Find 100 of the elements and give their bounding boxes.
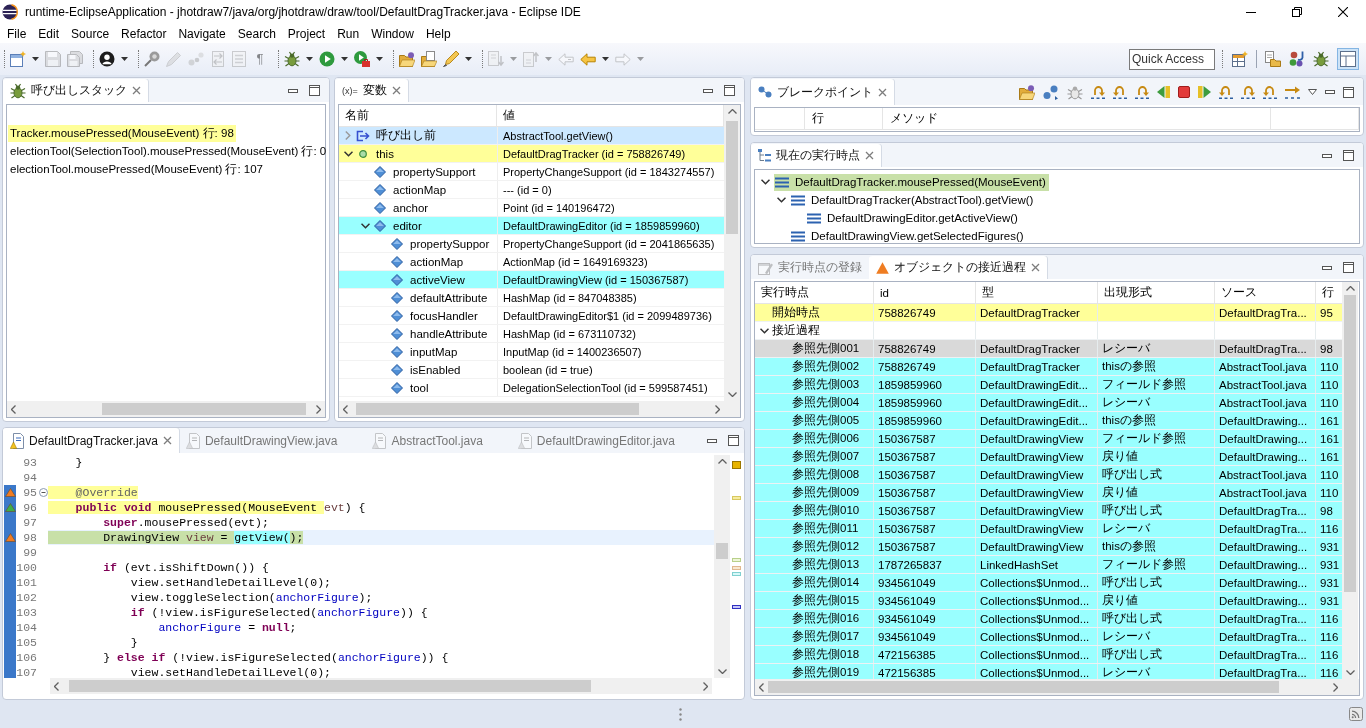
table-row[interactable]: 参照先側014 934561049 Collections$Unmod... 呼び出し式 DefaultDrawing... 931 bbox=[755, 574, 1342, 592]
feed-icon[interactable] bbox=[1349, 707, 1363, 721]
view-tab[interactable]: 実行時点の登録 bbox=[751, 256, 869, 279]
view-tab[interactable]: (x)= 変数 bbox=[335, 79, 408, 102]
horizontal-scrollbar[interactable] bbox=[755, 679, 1342, 695]
tree-row[interactable]: inputMap InputMap (id = 1400236507) bbox=[339, 343, 724, 361]
caret-icon[interactable] bbox=[32, 57, 39, 61]
chevron-up-icon[interactable] bbox=[717, 459, 727, 464]
view-tab[interactable]: DefaultDrawingEditor.java bbox=[510, 428, 703, 453]
tree-row[interactable]: 呼び出し前 AbstractTool.getView() bbox=[339, 127, 724, 145]
minimize-icon[interactable] bbox=[1322, 153, 1332, 158]
chevron-down-icon[interactable] bbox=[776, 197, 786, 203]
play-icon[interactable] bbox=[319, 51, 335, 67]
scrollbar-thumb[interactable] bbox=[1344, 295, 1356, 592]
vertical-scrollbar[interactable] bbox=[724, 105, 740, 401]
table-row[interactable]: 参照先側002 758826749 DefaultDragTracker thisの参照 AbstractTool.java 110 bbox=[755, 358, 1342, 376]
menu-item[interactable]: Search bbox=[231, 26, 282, 41]
tree-row[interactable]: editor DefaultDrawingEditor (id = 1859859960) bbox=[339, 217, 724, 235]
chevron-down-icon[interactable] bbox=[760, 327, 769, 334]
column-header[interactable]: メソッド bbox=[883, 108, 1271, 129]
view-tab[interactable]: オブジェクトの接近過程 bbox=[869, 256, 1047, 279]
maximize-icon[interactable] bbox=[1343, 262, 1354, 273]
triangle-bar-icon[interactable] bbox=[1157, 86, 1170, 98]
menu-item[interactable]: Source bbox=[65, 26, 116, 41]
folder-open-icon[interactable] bbox=[399, 51, 415, 67]
tree-row[interactable]: focusHandler DefaultDrawingEditor$1 (id = 2099489736) bbox=[339, 307, 724, 325]
table-row[interactable]: 参照先側005 1859859960 DefaultDrawingEdit... thisの参照 DefaultDrawing... 161 bbox=[755, 412, 1342, 430]
vertical-scrollbar[interactable] bbox=[1342, 282, 1358, 679]
menu-item[interactable]: File bbox=[1, 26, 33, 41]
table-row[interactable]: 参照先側017 934561049 Collections$Unmod... レシーバ DefaultDragTra... 116 bbox=[755, 628, 1342, 646]
curved-arrow-icon[interactable] bbox=[1263, 85, 1277, 99]
maximize-icon[interactable] bbox=[727, 435, 739, 446]
view-tab[interactable]: 現在の実行時点 bbox=[751, 144, 881, 167]
column-header[interactable]: 名前 bbox=[339, 105, 497, 126]
play-toolbox-icon[interactable] bbox=[354, 51, 370, 67]
tree-row[interactable]: isEnabled boolean (id = true) bbox=[339, 361, 724, 379]
folder-open-icon[interactable] bbox=[1019, 84, 1035, 100]
app-logo-icon[interactable] bbox=[2, 4, 18, 20]
close-icon[interactable] bbox=[1338, 7, 1348, 17]
minimize-icon[interactable] bbox=[1322, 265, 1332, 270]
table-row[interactable]: 参照先側001 758826749 DefaultDragTracker レシーバ DefaultDragTra... 98 bbox=[755, 340, 1342, 358]
view-tab[interactable]: ブレークポイント bbox=[751, 79, 894, 105]
table-row[interactable]: 参照先側011 150367587 DefaultDrawingView レシーバ DefaultDragTra... 116 bbox=[755, 520, 1342, 538]
table-row[interactable]: 参照先側016 934561049 Collections$Unmod... 呼び出し式 DefaultDragTra... 116 bbox=[755, 610, 1342, 628]
view-tab[interactable]: DefaultDrawingView.java bbox=[178, 428, 366, 453]
menu-item[interactable]: Window bbox=[365, 26, 420, 41]
curved-arrow-icon[interactable] bbox=[1135, 85, 1149, 99]
bar-triangle-icon[interactable] bbox=[1198, 86, 1211, 98]
menu-item[interactable]: Help bbox=[419, 26, 457, 41]
arrow-dashes-icon[interactable] bbox=[1285, 85, 1300, 99]
maximize-icon[interactable] bbox=[1343, 150, 1354, 161]
caret-icon[interactable] bbox=[341, 57, 348, 61]
restore-icon[interactable] bbox=[1292, 7, 1302, 17]
new-window-icon[interactable] bbox=[10, 51, 26, 67]
table-row[interactable]: 参照先側012 150367587 DefaultDrawingView thisの参照 DefaultDrawing... 931 bbox=[755, 538, 1342, 556]
chevron-down-icon[interactable] bbox=[727, 392, 737, 397]
view-tab[interactable]: AbstractTool.java bbox=[365, 428, 511, 453]
stack-frame[interactable]: electionTool(SelectionTool).mousePressed(MouseEvent) 行: 0 bbox=[8, 142, 329, 160]
scrollbar-thumb[interactable] bbox=[355, 403, 640, 415]
horizontal-scrollbar[interactable] bbox=[7, 401, 325, 417]
stack-frame[interactable]: Tracker.mousePressed(MouseEvent) 行: 98 bbox=[8, 124, 236, 142]
connected-dots-icon[interactable] bbox=[1043, 84, 1059, 100]
view-tab[interactable]: DefaultDragTracker.java bbox=[3, 428, 179, 453]
menu-item[interactable]: Run bbox=[331, 26, 366, 41]
minimize-icon[interactable] bbox=[1246, 11, 1256, 13]
caret-icon[interactable] bbox=[306, 57, 313, 61]
tree-item[interactable]: DefaultDrawingView.getSelectedFigures() bbox=[790, 227, 1027, 245]
stack-frame[interactable]: electionTool.mousePressed(MouseEvent) 行: 107 bbox=[8, 160, 265, 178]
magnifier-icon[interactable] bbox=[144, 51, 160, 67]
bug-icon[interactable] bbox=[1313, 51, 1329, 67]
table-row[interactable]: 参照先側019 472156385 Collections$Unmod... レシーバ DefaultDragTra... 116 bbox=[755, 664, 1342, 679]
table-sparkle-icon[interactable] bbox=[1232, 51, 1248, 67]
menu-item[interactable]: Refactor bbox=[115, 26, 173, 41]
scrollbar-thumb[interactable] bbox=[716, 542, 728, 559]
curved-arrow-icon[interactable] bbox=[1091, 85, 1105, 99]
table-row[interactable]: 参照先側008 150367587 DefaultDrawingView 呼び出し式 AbstractTool.java 110 bbox=[755, 466, 1342, 484]
caret-icon[interactable] bbox=[465, 57, 472, 61]
caret-icon[interactable] bbox=[376, 57, 383, 61]
maximize-icon[interactable] bbox=[1343, 86, 1354, 98]
table-row[interactable]: 参照先側004 1859859960 DefaultDrawingEdit... レシーバ AbstractTool.java 110 bbox=[755, 394, 1342, 412]
minimize-icon[interactable] bbox=[1325, 90, 1335, 94]
scrollbar-thumb[interactable] bbox=[69, 680, 591, 692]
chevron-right-icon[interactable] bbox=[715, 404, 720, 414]
table-row[interactable]: 参照先側010 150367587 DefaultDrawingView 呼び出し式 DefaultDragTra... 98 bbox=[755, 502, 1342, 520]
table-row[interactable]: 参照先側009 150367587 DefaultDrawingView 戻り値 AbstractTool.java 110 bbox=[755, 484, 1342, 502]
caret-icon[interactable] bbox=[602, 57, 609, 61]
highlighter-icon[interactable] bbox=[443, 51, 459, 67]
bug-icon[interactable] bbox=[284, 51, 300, 67]
folder-page-icon[interactable] bbox=[421, 51, 437, 67]
menu-item[interactable]: Navigate bbox=[172, 26, 232, 41]
tree-item[interactable]: DefaultDrawingEditor.getActiveView() bbox=[806, 209, 1021, 227]
tree-row[interactable]: activeView DefaultDrawingView (id = 150367587) bbox=[339, 271, 724, 289]
vertical-scrollbar[interactable] bbox=[714, 455, 730, 678]
curved-arrow-icon[interactable] bbox=[1219, 85, 1233, 99]
chevron-down-icon[interactable] bbox=[343, 150, 353, 157]
chevron-up-icon[interactable] bbox=[1345, 286, 1355, 291]
minimize-icon[interactable] bbox=[288, 88, 298, 93]
minimize-icon[interactable] bbox=[703, 88, 713, 93]
table-row[interactable]: 参照先側013 1787265837 LinkedHashSet フィールド参照 DefaultDrawing... 931 bbox=[755, 556, 1342, 574]
menu-item[interactable]: Edit bbox=[32, 26, 66, 41]
